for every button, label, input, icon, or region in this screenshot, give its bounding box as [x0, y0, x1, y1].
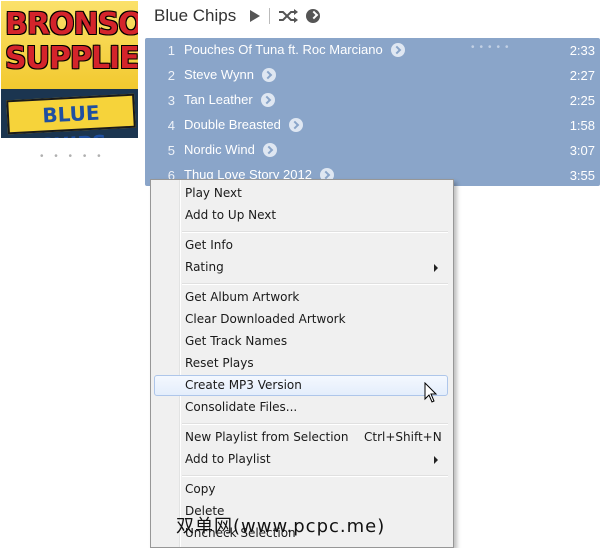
watermark: 双单网(www.pcpc.me) [176, 516, 386, 537]
track-duration: 1:58 [569, 118, 595, 133]
submenu-arrow-icon [434, 264, 438, 272]
track-number: 2 [167, 68, 175, 83]
track-row[interactable]: 3 Tan Leather 2:25 [145, 88, 600, 113]
menu-item-label: Create MP3 Version [185, 378, 302, 392]
track-title: Double Breasted [184, 117, 281, 132]
menu-item-label: Consolidate Files... [185, 400, 298, 414]
menu-item-label: Copy [185, 482, 216, 496]
chevron-right-icon[interactable] [262, 142, 277, 157]
submenu-arrow-icon [434, 456, 438, 464]
menu-separator [182, 423, 448, 425]
track-row[interactable]: 4 Double Breasted 1:58 [145, 113, 600, 138]
menu-item-create-mp3-version[interactable]: Create MP3 Version [154, 375, 448, 396]
menu-separator [182, 283, 448, 285]
menu-item-copy[interactable]: Copy [154, 479, 448, 500]
menu-item-get-album-artwork[interactable]: Get Album Artwork [154, 287, 448, 308]
menu-item-label: Reset Plays [185, 356, 254, 370]
menu-item-label: Get Track Names [185, 334, 288, 348]
track-title: Steve Wynn [184, 67, 254, 82]
track-number: 3 [167, 93, 175, 108]
menu-item-add-to-up-next[interactable]: Add to Up Next [154, 205, 448, 226]
track-duration: 3:07 [569, 143, 595, 158]
menu-item-consolidate-files[interactable]: Consolidate Files... [154, 397, 448, 418]
chevron-right-icon[interactable] [261, 67, 276, 82]
menu-item-label: Clear Downloaded Artwork [185, 312, 346, 326]
menu-item-clear-downloaded-artwork[interactable]: Clear Downloaded Artwork [154, 309, 448, 330]
track-duration: 3:55 [569, 168, 595, 183]
menu-item-label: Get Info [185, 238, 233, 252]
menu-item-label: Add to Up Next [185, 208, 277, 222]
menu-item-label: Add to Playlist [185, 452, 271, 466]
mouse-cursor-icon [424, 382, 438, 403]
track-title: Nordic Wind [184, 142, 255, 157]
chevron-right-icon[interactable] [390, 42, 405, 57]
track-row[interactable]: 5 Nordic Wind 3:07 [145, 138, 600, 163]
menu-item-play-next[interactable]: Play Next [154, 183, 448, 204]
track-title-wrap: Pouches Of Tuna ft. Roc Marciano [184, 42, 405, 57]
track-number: 4 [167, 118, 175, 133]
album-title: Blue Chips [154, 6, 237, 25]
track-title: Tan Leather [184, 92, 253, 107]
track-title-wrap: Tan Leather [184, 92, 275, 107]
menu-item-rating[interactable]: Rating [154, 257, 448, 278]
menu-item-new-playlist-from-selection[interactable]: New Playlist from Selection Ctrl+Shift+N [154, 427, 448, 448]
track-duration: 2:27 [569, 68, 595, 83]
album-artwork-text: BRONSON [5, 7, 138, 42]
track-row[interactable]: 2 Steve Wynn 2:27 [145, 63, 600, 88]
menu-separator [182, 475, 448, 477]
play-icon[interactable] [250, 10, 261, 22]
menu-item-label: Play Next [185, 186, 242, 200]
menu-item-label: Get Album Artwork [185, 290, 300, 304]
menu-item-reset-plays[interactable]: Reset Plays [154, 353, 448, 374]
album-artwork-banner: BLUE CHIPS [6, 93, 136, 138]
track-duration: 2:33 [569, 43, 595, 58]
track-title-wrap: Nordic Wind [184, 142, 277, 157]
menu-separator [182, 231, 448, 233]
track-row[interactable]: 1 Pouches Of Tuna ft. Roc Marciano •••••… [145, 38, 600, 63]
track-title-wrap: Steve Wynn [184, 67, 276, 82]
track-title: Pouches Of Tuna ft. Roc Marciano [184, 42, 383, 57]
track-number: 5 [167, 143, 175, 158]
album-artwork[interactable]: BRONSON SUPPLIES BLUE CHIPS [1, 1, 138, 138]
menu-item-label: New Playlist from Selection [185, 430, 349, 444]
menu-item-get-info[interactable]: Get Info [154, 235, 448, 256]
menu-item-label: Rating [185, 260, 224, 274]
chevron-right-icon[interactable] [260, 92, 275, 107]
chevron-right-icon[interactable] [288, 117, 303, 132]
track-list: 1 Pouches Of Tuna ft. Roc Marciano •••••… [145, 38, 600, 186]
track-title-wrap: Double Breasted [184, 117, 303, 132]
album-artwork-text: SUPPLIES [5, 41, 138, 76]
shuffle-icon[interactable] [278, 9, 299, 23]
menu-item-get-track-names[interactable]: Get Track Names [154, 331, 448, 352]
chevron-right-circle-icon[interactable] [306, 9, 321, 23]
context-menu: Play Next Add to Up Next Get Info Rating… [150, 179, 454, 548]
track-number: 1 [167, 43, 175, 58]
menu-item-shortcut: Ctrl+Shift+N [364, 430, 442, 444]
album-header: Blue Chips [154, 5, 321, 27]
menu-item-add-to-playlist[interactable]: Add to Playlist [154, 449, 448, 470]
rating-dots[interactable]: ••••• [471, 42, 514, 53]
rating-dots[interactable]: • • • • • [40, 151, 105, 162]
track-duration: 2:25 [569, 93, 595, 108]
divider [269, 8, 271, 24]
